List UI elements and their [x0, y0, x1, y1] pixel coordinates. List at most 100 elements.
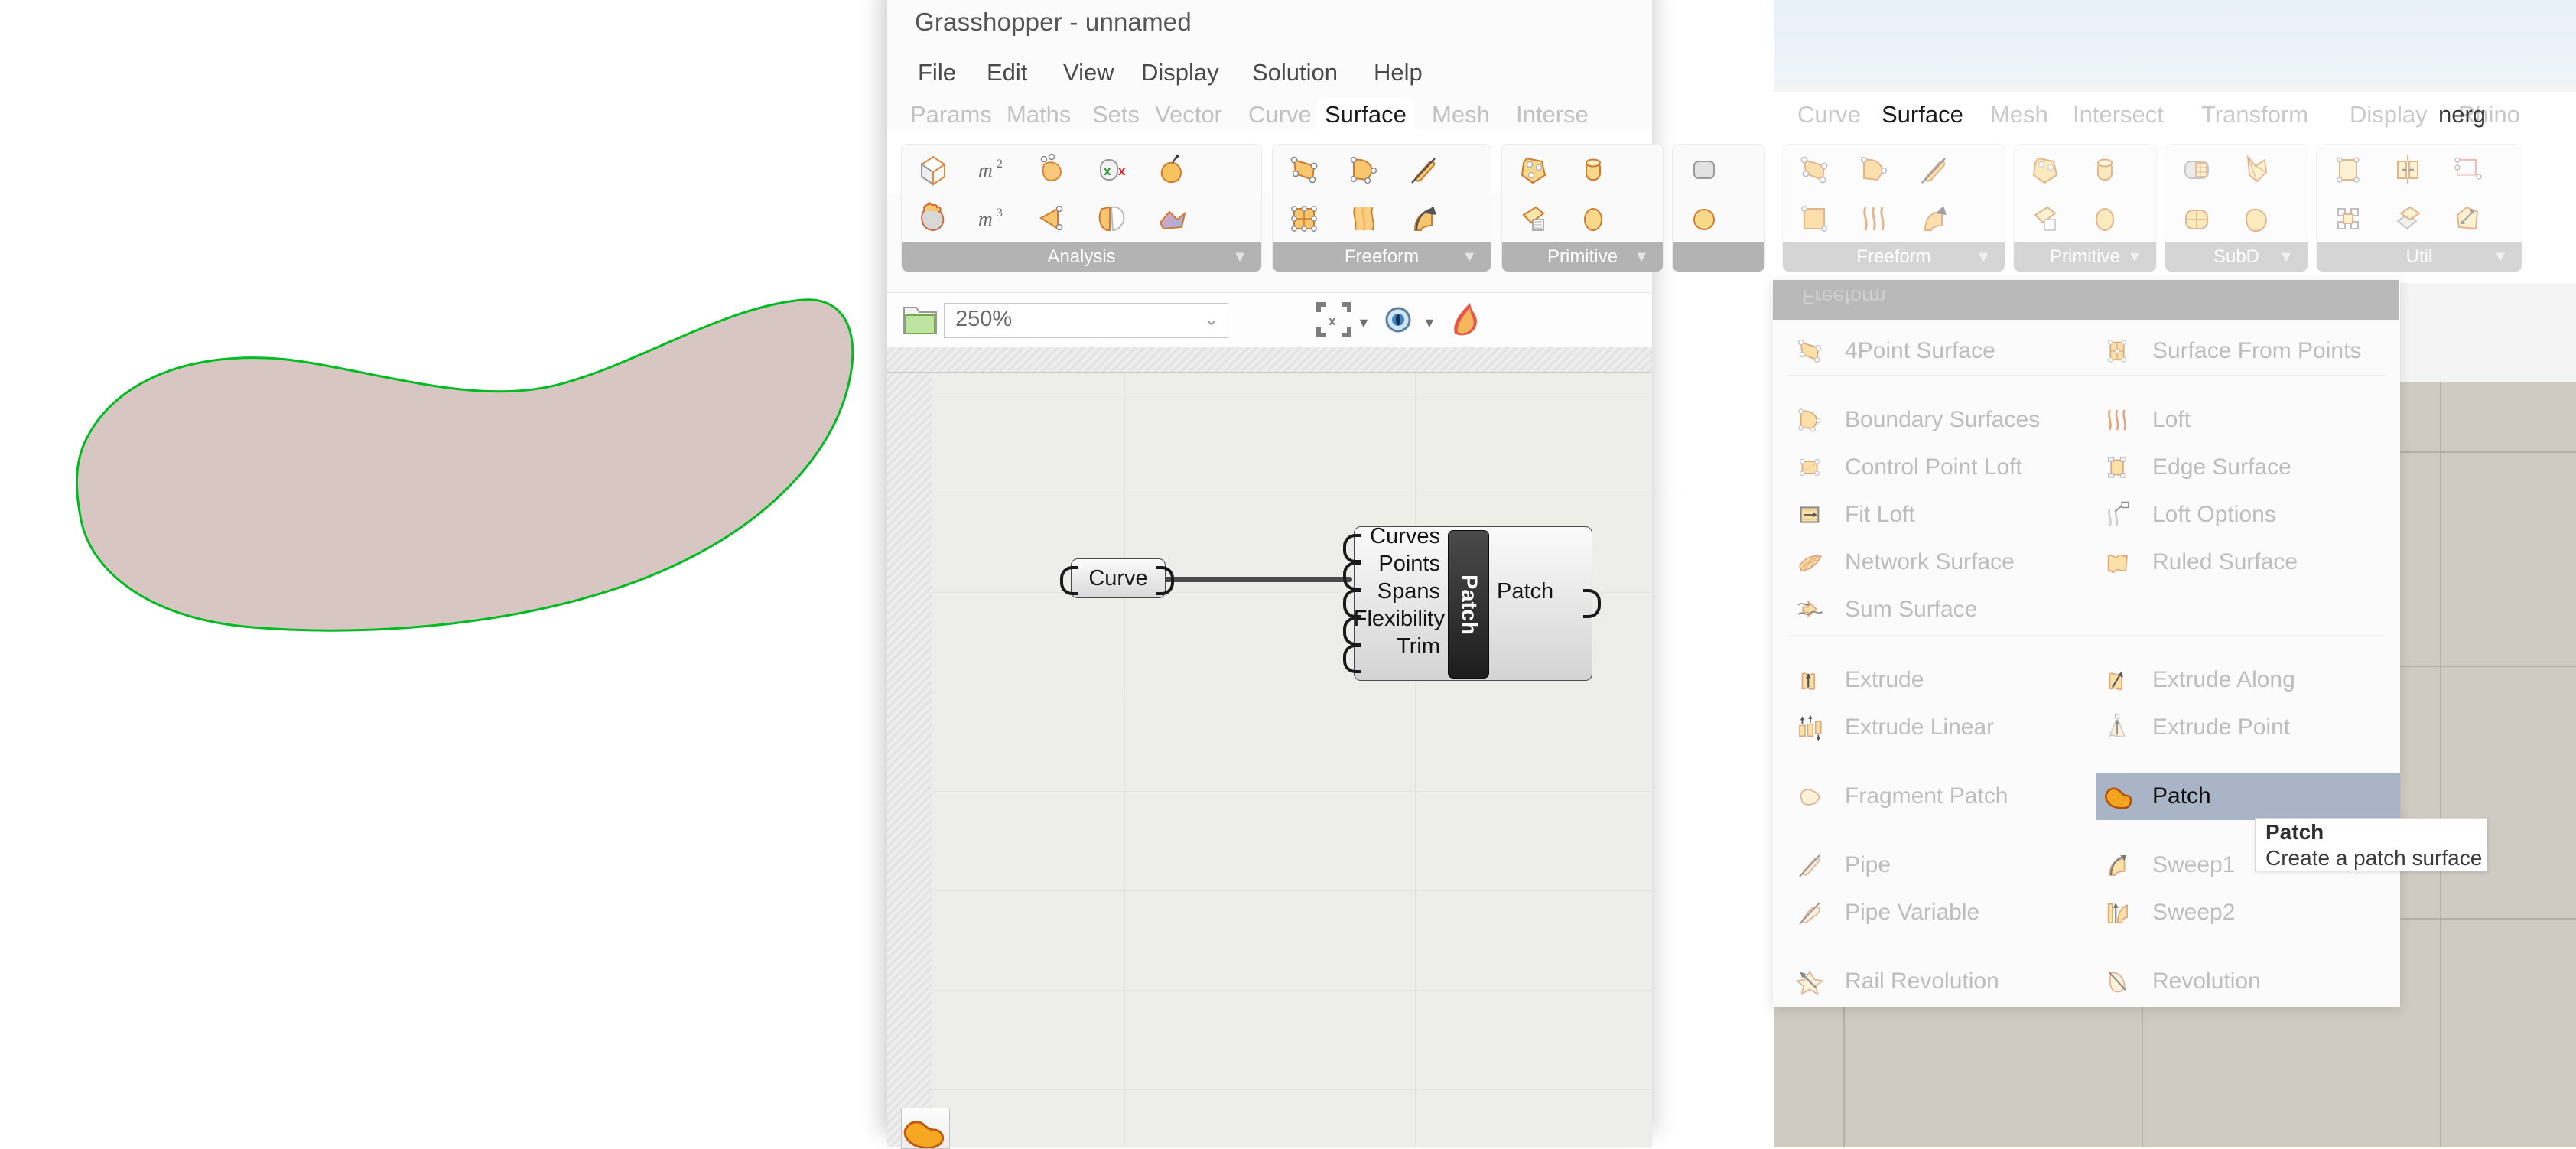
chevron-down-icon[interactable]: ▼ [1976, 242, 1991, 272]
ribbon-caption-analysis[interactable]: Analysis ▼ [902, 242, 1261, 272]
ribbon2-caption-primitive[interactable]: Primitive ▼ [2014, 242, 2156, 272]
ribbon-caption-primitive[interactable]: Primitive ▼ [1502, 242, 1663, 272]
subd-blob-icon[interactable] [2233, 195, 2280, 242]
chevron-down-icon[interactable]: ▼ [1462, 242, 1477, 272]
patch-input-spans[interactable]: Spans [1356, 579, 1440, 604]
subd-box-icon[interactable] [1680, 146, 1728, 194]
plane-surface-icon[interactable] [1510, 195, 1557, 242]
tab-maths[interactable]: Maths [999, 98, 1078, 132]
subd-from-mesh-icon[interactable] [2173, 146, 2220, 194]
area-m2-icon[interactable]: m2 [969, 146, 1016, 194]
menu-item-fit-loft[interactable]: Fit Loft [1788, 491, 2086, 539]
patch-input-curves[interactable]: Curves [1356, 524, 1440, 549]
rhino-curve-geometry[interactable] [61, 291, 864, 643]
menu-item-fragment-patch[interactable]: Fragment Patch [1788, 773, 2086, 820]
open-folder-icon[interactable] [901, 300, 939, 340]
menu-item-extrude-along[interactable]: Extrude Along [2096, 656, 2394, 704]
tab-intersect[interactable]: Interse [1508, 98, 1596, 132]
patch-nub-trim[interactable] [1343, 644, 1361, 673]
patch-nub-curves[interactable] [1343, 534, 1361, 563]
menu-item-view[interactable]: View [1060, 52, 1117, 93]
patch-output-patch[interactable]: Patch [1497, 579, 1581, 604]
sphere-holes-icon[interactable] [1510, 146, 1557, 194]
patch-input-trim[interactable]: Trim [1356, 634, 1440, 659]
bake-flame-icon[interactable] [1444, 297, 1488, 341]
menu-item-edit[interactable]: Edit [984, 52, 1030, 93]
menu-item-loft[interactable]: Loft [2096, 396, 2394, 444]
menu-item-display[interactable]: Display [1138, 52, 1222, 93]
component-patch[interactable]: Patch Curves Points Spans Flexibility Tr… [1354, 524, 1592, 681]
menu-item-boundary-surfaces[interactable]: Boundary Surfaces [1788, 396, 2086, 444]
grasshopper-canvas[interactable] [887, 347, 1687, 1147]
curve-input-nub[interactable] [1060, 566, 1078, 595]
menu-item-extrude-point[interactable]: Extrude Point [2096, 704, 2394, 751]
evaluate-surface-icon[interactable] [1029, 195, 1076, 242]
isotrim-icon[interactable] [2324, 195, 2372, 242]
menu-item-edge-surface[interactable]: Edge Surface [2096, 444, 2394, 491]
menu-item-4point-surface[interactable]: 4Point Surface [1788, 327, 2086, 375]
surface-gradient-icon[interactable] [1148, 195, 1195, 242]
box-surface-icon[interactable] [909, 146, 957, 194]
chevron-down-icon[interactable]: ⌄ [1205, 310, 1218, 330]
patch-input-points[interactable]: Points [1356, 552, 1440, 577]
zoom-dropdown-arrow-icon[interactable]: ▼ [1357, 315, 1371, 331]
subd-edges-icon[interactable] [2233, 146, 2280, 194]
chevron-down-icon[interactable]: ▼ [2127, 242, 2142, 272]
menu-item-network-surface[interactable]: Network Surface [1788, 539, 2086, 586]
chevron-down-icon[interactable]: ▼ [1232, 242, 1247, 272]
sphere-holes-icon[interactable] [2021, 146, 2069, 194]
menu-item-loft-options[interactable]: Loft Options [2096, 491, 2394, 539]
boundary-surfaces-icon[interactable] [1850, 146, 1898, 194]
zoom-extents-icon[interactable]: x [1314, 300, 1354, 340]
menu-item-surface-from-points[interactable]: Surface From Points [2096, 327, 2394, 375]
offset-surface-icon[interactable] [2384, 195, 2431, 242]
menu-item-help[interactable]: Help [1371, 52, 1426, 93]
ellipsoid-icon[interactable] [1569, 195, 1617, 242]
blob-surface-icon[interactable] [1148, 146, 1195, 194]
tab2-surface[interactable]: Surface [1874, 98, 1971, 132]
pipe-icon[interactable] [1400, 146, 1447, 194]
xy-deconstruct-icon[interactable]: xx [1088, 146, 1136, 194]
untrim-icon[interactable] [2444, 146, 2491, 194]
loft-icon[interactable] [1850, 195, 1898, 242]
control-point-loft-icon[interactable] [1791, 195, 1838, 242]
volume-m3-icon[interactable]: m3 [969, 195, 1016, 242]
tab2-transform[interactable]: Transform [2194, 98, 2316, 132]
patch-nub-flexibility[interactable] [1343, 617, 1361, 646]
plane-surface-icon[interactable] [2021, 195, 2069, 242]
boundary-surfaces-icon[interactable] [1340, 146, 1387, 194]
tab-surface[interactable]: Surface [1317, 98, 1414, 132]
tab2-display[interactable]: Display [2342, 98, 2435, 132]
tab-vector[interactable]: Vector [1147, 98, 1230, 132]
subd-sphere-icon[interactable] [1680, 195, 1728, 242]
zoom-level-combobox[interactable]: 250% ⌄ [944, 303, 1228, 338]
ellipsoid-icon[interactable] [2081, 195, 2129, 242]
divide-surface-icon[interactable] [2324, 146, 2372, 194]
menu-item-file[interactable]: File [915, 52, 959, 93]
menu-item-pipe[interactable]: Pipe [1788, 841, 2086, 889]
tab-params[interactable]: Params [903, 98, 1000, 132]
patch-nub-spans[interactable] [1343, 589, 1361, 618]
eye-preview-icon[interactable] [1378, 300, 1418, 340]
ribbon-caption-partial[interactable] [1673, 242, 1764, 272]
menu-item-rail-revolution[interactable]: Rail Revolution [1788, 958, 2086, 1005]
cylinder-icon[interactable] [1569, 146, 1617, 194]
tab2-intersect[interactable]: Intersect [2065, 98, 2171, 132]
menu-item-sum-surface[interactable]: Sum Surface [1788, 586, 2086, 633]
menu-item-extrude-linear[interactable]: Extrude Linear [1788, 704, 2086, 751]
menu-item-pipe-variable[interactable]: Pipe Variable [1788, 889, 2086, 936]
chevron-down-icon[interactable]: ▼ [1634, 242, 1649, 272]
component-curve-param[interactable]: Curve [1071, 558, 1166, 598]
menu-item-sweep2[interactable]: Sweep2 [2096, 889, 2394, 936]
menu-item-control-point-loft[interactable]: Control Point Loft [1788, 444, 2086, 491]
surface-dimension-icon[interactable] [2444, 195, 2491, 242]
chevron-down-icon[interactable]: ▼ [2278, 242, 2294, 272]
menu-item-extrude[interactable]: Extrude [1788, 656, 2086, 704]
tab2-curve[interactable]: Curve [1790, 98, 1869, 132]
preview-dropdown-arrow-icon[interactable]: ▼ [1423, 315, 1436, 331]
tab2-mesh[interactable]: Mesh [1982, 98, 2056, 132]
sweep-icon[interactable] [1400, 195, 1447, 242]
sweep-icon[interactable] [1910, 195, 1957, 242]
tab-mesh[interactable]: Mesh [1424, 98, 1498, 132]
subd-box-icon[interactable] [2173, 195, 2220, 242]
